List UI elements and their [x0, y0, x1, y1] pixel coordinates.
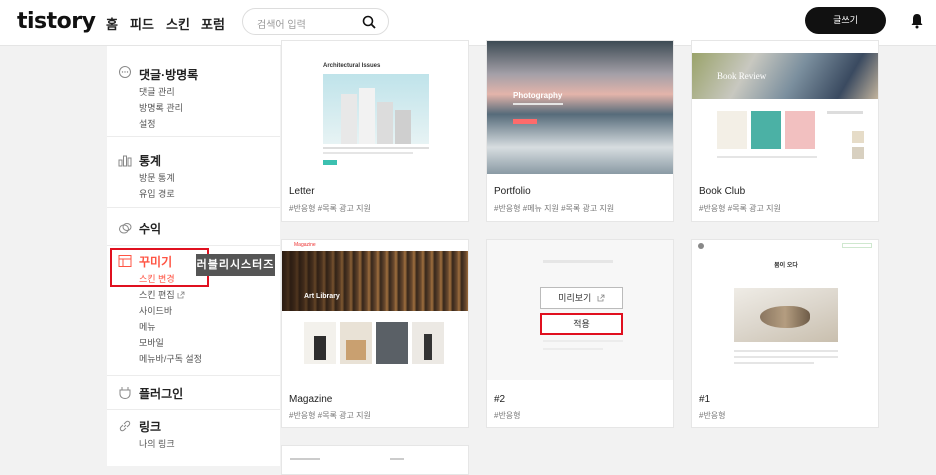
sidebar-title-plugins[interactable]: 플러그인: [139, 385, 183, 402]
sidebar-section-links: 링크 나의 링크: [107, 410, 280, 466]
tistory-logo[interactable]: tistory: [17, 9, 96, 34]
blog-name-label: 러블리시스터즈: [196, 254, 275, 276]
bell-icon[interactable]: [910, 13, 924, 29]
sidebar-item-mobile[interactable]: 모바일: [139, 336, 164, 349]
thumb-title: Art Library: [304, 293, 340, 300]
sidebar-section-revenue: 수익: [107, 208, 280, 246]
preview-label: 미리보기: [558, 293, 592, 303]
customize-highlight-box: [110, 248, 209, 287]
bar-chart-icon: [118, 155, 132, 167]
skin-tags: #반응형: [699, 411, 726, 420]
chat-icon: [119, 66, 131, 78]
skin-name: Letter: [289, 186, 315, 197]
sidebar-item-my-links[interactable]: 나의 링크: [139, 437, 175, 450]
sidebar-item-menubar-subscribe[interactable]: 메뉴바/구독 설정: [139, 352, 202, 365]
external-link-icon: [177, 291, 185, 299]
skin-name: Magazine: [289, 394, 333, 405]
link-icon: [119, 420, 131, 432]
skin-card-letter[interactable]: Architectural Issues Letter #반응형 #목록 광고 …: [281, 40, 469, 222]
skin-card-2[interactable]: 미리보기 적용 #2 #반응형: [486, 239, 674, 428]
skin-card-partial[interactable]: [281, 445, 469, 475]
nav-forum[interactable]: 포럼: [201, 14, 225, 33]
thumb-title: 봄이 오다: [774, 263, 798, 269]
skin-card-portfolio[interactable]: Photography Portfolio #반응형 #메뉴 지원 #목록 광고…: [486, 40, 674, 222]
sidebar-item-referrers[interactable]: 유입 경로: [139, 187, 175, 200]
sidebar-item-skin-edit[interactable]: 스킨 편집: [139, 288, 185, 301]
plugin-icon: [119, 387, 131, 400]
skin-tags: #반응형: [494, 411, 521, 420]
thumb-image: [323, 74, 429, 144]
sidebar-item-comment-manage[interactable]: 댓글 관리: [139, 85, 175, 98]
write-button[interactable]: 글쓰기: [805, 7, 886, 34]
sidebar-item-comment-settings[interactable]: 설정: [139, 117, 156, 130]
thumb-brand: Magazine: [294, 242, 316, 248]
thumb-title: Photography: [513, 91, 563, 100]
skin-thumb-letter: Architectural Issues: [282, 41, 468, 174]
sidebar-section-comments: 댓글·방명록 댓글 관리 방명록 관리 설정: [107, 46, 280, 137]
sidebar-title-comments[interactable]: 댓글·방명록: [139, 66, 198, 83]
sidebar-item-sidebar[interactable]: 사이드바: [139, 304, 172, 317]
sidebar-item-menu[interactable]: 메뉴: [139, 320, 156, 333]
thumb-title: Book Review: [717, 71, 767, 81]
skin-name: #2: [494, 394, 506, 405]
sidebar-section-stats: 통계 방문 통계 유입 경로: [107, 137, 280, 208]
coins-icon: [119, 223, 132, 234]
nav-home[interactable]: 홈: [106, 14, 118, 33]
skin-thumb-magazine: Magazine Art Library: [282, 240, 468, 380]
nav-skin[interactable]: 스킨: [166, 14, 190, 33]
search-icon[interactable]: [362, 15, 376, 29]
sidebar-item-skin-edit-label: 스킨 편집: [139, 290, 175, 300]
sidebar-title-revenue[interactable]: 수익: [139, 220, 161, 237]
skin-thumb-bookclub: Book Review: [692, 41, 878, 174]
skin-tags: #반응형 #메뉴 지원 #목록 광고 지원: [494, 204, 615, 213]
search-input[interactable]: 검색어 입력: [257, 16, 306, 31]
skin-card-bookclub[interactable]: Book Review Book Club #반응형 #목록 광고 지원: [691, 40, 879, 222]
skin-name: Book Club: [699, 186, 746, 197]
preview-button[interactable]: 미리보기: [540, 287, 623, 309]
skin-thumb-2: [487, 240, 673, 380]
apply-button[interactable]: 적용: [540, 313, 623, 335]
sidebar-section-plugins: 플러그인: [107, 376, 280, 410]
search-box[interactable]: 검색어 입력: [242, 8, 389, 35]
sidebar-item-visit-stats[interactable]: 방문 통계: [139, 171, 175, 184]
skin-tags: #반응형 #목록 광고 지원: [699, 204, 781, 213]
skin-name: #1: [699, 394, 711, 405]
sidebar-title-stats[interactable]: 통계: [139, 152, 161, 169]
thumb-title: Architectural Issues: [323, 63, 381, 69]
skin-name: Portfolio: [494, 186, 531, 197]
skin-tags: #반응형 #목록 광고 지원: [289, 411, 371, 420]
sidebar-title-links[interactable]: 링크: [139, 418, 161, 435]
nav-feed[interactable]: 피드: [130, 14, 154, 33]
sidebar-item-guestbook-manage[interactable]: 방명록 관리: [139, 101, 183, 114]
skin-thumb-portfolio: Photography: [487, 41, 673, 174]
skin-thumb-1: 봄이 오다: [692, 240, 878, 380]
external-link-icon: [597, 294, 605, 302]
skin-tags: #반응형 #목록 광고 지원: [289, 204, 371, 213]
skin-card-magazine[interactable]: Magazine Art Library Magazine #반응형 #목록 광…: [281, 239, 469, 428]
skin-card-1[interactable]: 봄이 오다 #1 #반응형: [691, 239, 879, 428]
